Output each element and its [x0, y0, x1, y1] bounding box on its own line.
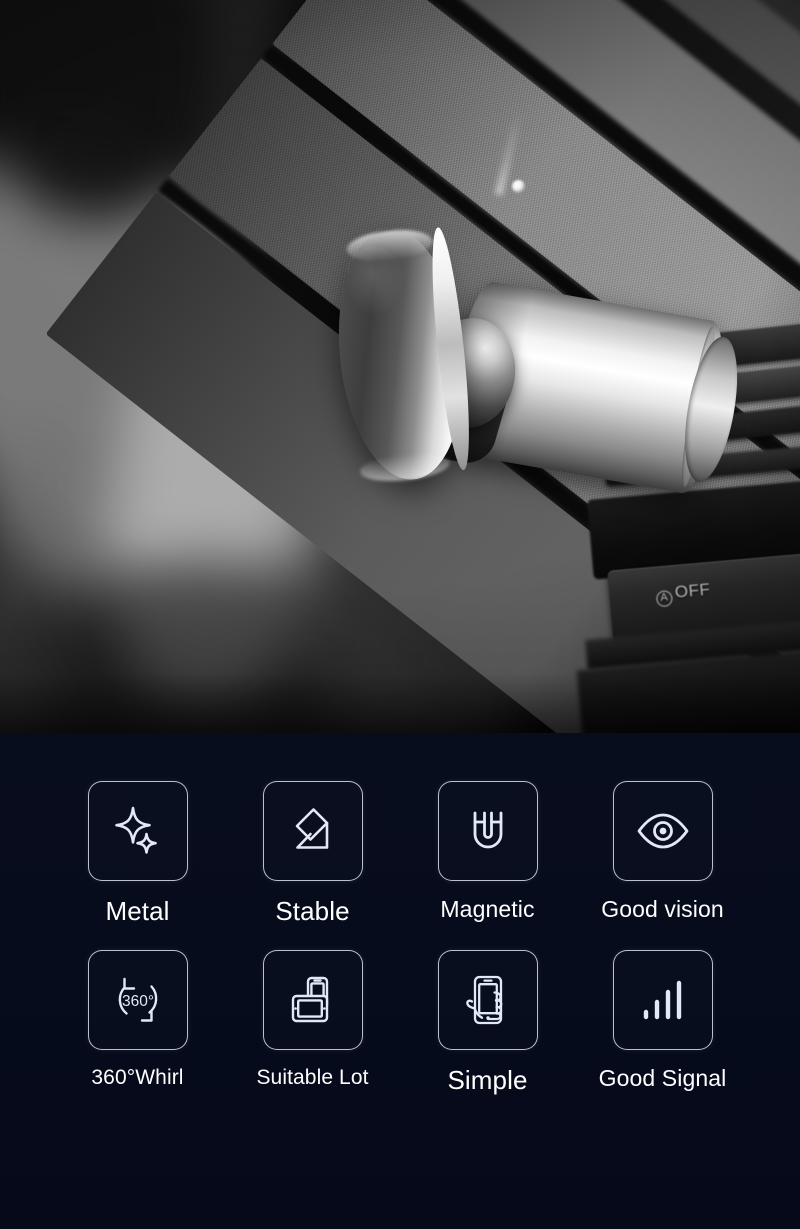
feature-simple[interactable]: Simple [418, 949, 558, 1095]
feature-suitable-lot[interactable]: Suitable Lot [243, 949, 383, 1089]
feature-good-signal[interactable]: Good Signal [593, 949, 733, 1091]
magnetic-disc-head [327, 222, 477, 486]
feature-icon-box [437, 781, 538, 881]
car-interior-photo: A OFF [0, 0, 800, 733]
feature-stable[interactable]: Stable [243, 781, 383, 926]
eye-icon [633, 801, 693, 861]
feature-label: Suitable Lot [256, 1065, 369, 1089]
feature-icon-box [612, 781, 713, 881]
feature-label: Metal [105, 896, 170, 926]
sparkle-icon [109, 802, 167, 860]
feature-icon-box [262, 949, 363, 1050]
feature-label: Good Signal [598, 1064, 727, 1091]
stable-mount-icon [284, 802, 342, 860]
magnetic-phone-holder [0, 0, 800, 733]
magnet-icon [459, 802, 517, 860]
feature-icon-box [87, 781, 188, 881]
feature-label: 360°Whirl [91, 1065, 184, 1089]
rotate-360-icon: 360° [108, 970, 168, 1030]
feature-label: Stable [275, 896, 350, 926]
feature-metal[interactable]: Metal [68, 781, 208, 926]
feature-row-1: Metal Stable Magnetic Good vision [0, 781, 800, 926]
hero-product-photo: A OFF [0, 0, 800, 733]
feature-360-whirl[interactable]: 360° 360°Whirl [68, 949, 208, 1089]
svg-text:360°: 360° [121, 993, 153, 1010]
signal-bars-icon [634, 971, 692, 1029]
feature-icon-box [437, 949, 538, 1050]
feature-label: Good vision [601, 896, 724, 922]
product-feature-page: A OFF Metal Stable Magnetic Good vision … [0, 0, 800, 1229]
hand-phone-icon [458, 970, 518, 1030]
feature-label: Magnetic [440, 896, 535, 922]
feature-magnetic[interactable]: Magnetic [418, 781, 558, 922]
features-panel: Metal Stable Magnetic Good vision 360° 3… [0, 733, 800, 1229]
feature-good-vision[interactable]: Good vision [593, 781, 733, 922]
feature-label: Simple [447, 1064, 528, 1095]
feature-icon-box [612, 949, 713, 1050]
feature-icon-box [262, 781, 363, 881]
feature-row-2: 360° 360°Whirl Suitable Lot Simple Good … [0, 949, 800, 1095]
feature-icon-box: 360° [87, 949, 188, 1050]
two-devices-icon [283, 970, 343, 1030]
